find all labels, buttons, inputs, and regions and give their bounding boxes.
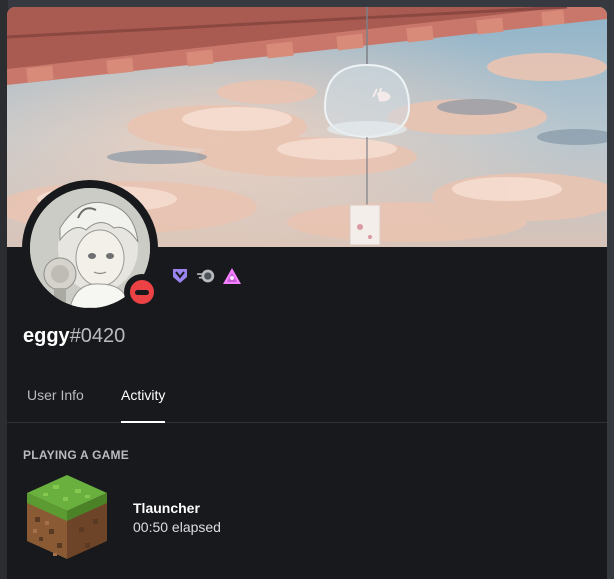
tab-user-info[interactable]: User Info xyxy=(27,387,84,423)
discriminator: #0420 xyxy=(69,325,126,347)
profile-badges xyxy=(170,266,242,286)
tab-activity[interactable]: Activity xyxy=(121,387,166,423)
nitro-boost-icon[interactable] xyxy=(196,266,216,286)
user-profile-modal: eggy#0420 User Info Activity PLAYING A G… xyxy=(7,7,607,579)
avatar-frame[interactable] xyxy=(22,180,160,316)
status-dnd-indicator xyxy=(124,274,160,310)
hypesquad-events-icon[interactable] xyxy=(222,266,242,286)
activity-section-title: PLAYING A GAME xyxy=(23,448,130,462)
username: eggy xyxy=(23,325,70,347)
hypesquad-bravery-icon[interactable] xyxy=(170,266,190,286)
minecraft-grass-block-icon xyxy=(23,471,111,563)
profile-tabs: User Info Activity xyxy=(7,381,607,423)
elapsed-time: 00:50 elapsed xyxy=(133,518,221,535)
username-display: eggy#0420 xyxy=(23,325,125,348)
activity-card: Tlauncher 00:50 elapsed xyxy=(23,471,221,563)
do-not-disturb-icon xyxy=(130,280,154,304)
activity-details: Tlauncher 00:50 elapsed xyxy=(133,500,221,535)
game-name: Tlauncher xyxy=(133,499,200,516)
